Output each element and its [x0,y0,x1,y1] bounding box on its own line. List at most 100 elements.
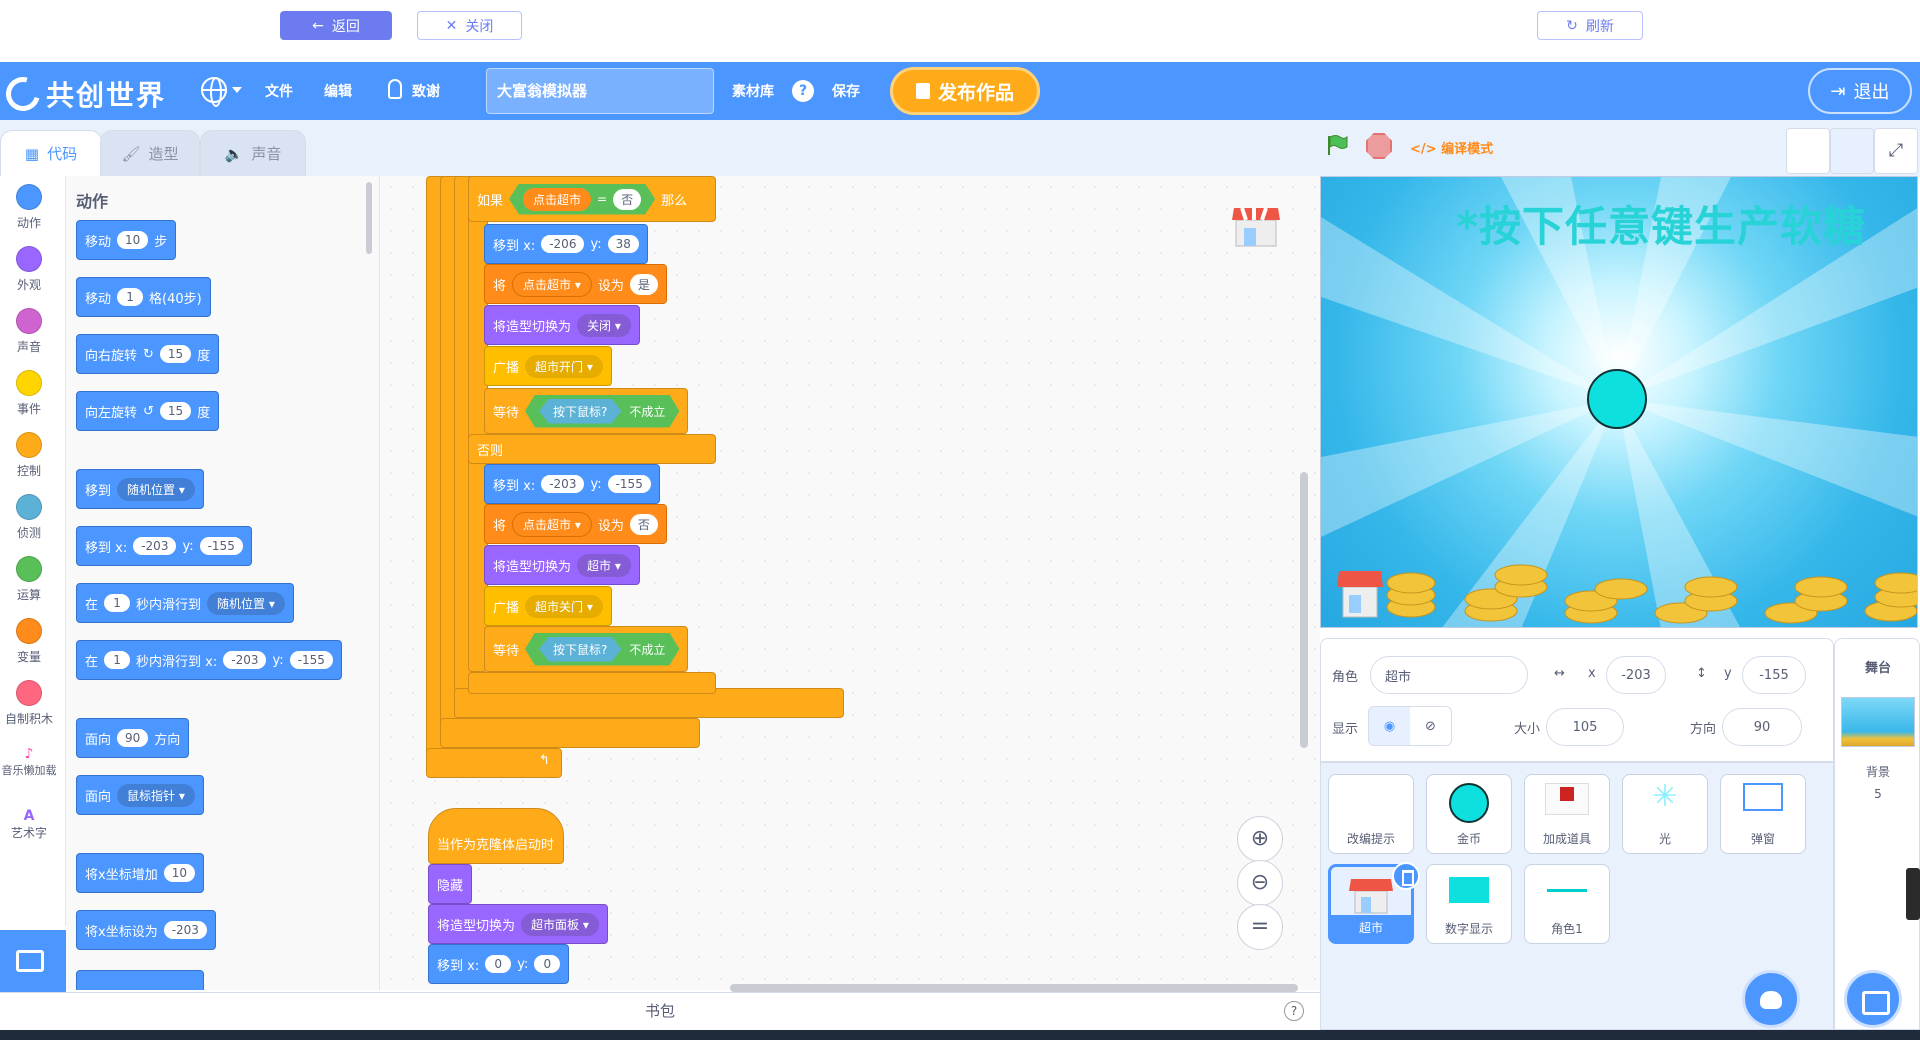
block-glide-xy[interactable]: 在 1 秒内滑行到 x: -203 y: -155 [76,640,342,680]
block-input[interactable]: -155 [289,651,333,669]
block-goto-xy[interactable]: 移到 x: 0 y: 0 [428,944,570,984]
block-wait-until[interactable]: 等待 按下鼠标? 不成立 [484,388,689,434]
block-set-variable[interactable]: 将点击超市设为是 [484,264,667,304]
sprite-tile[interactable]: 数字显示 [1426,864,1512,944]
block-input[interactable]: 10 [117,231,149,249]
sprite-x-input[interactable]: -203 [1606,656,1666,694]
block-input[interactable]: 否 [613,189,641,210]
coin-sprite[interactable] [1587,369,1647,429]
block-set-variable[interactable]: 将点击超市设为否 [484,504,667,544]
block-switch-costume[interactable]: 将造型切换为 超市 [484,545,640,585]
block-dropdown[interactable]: 点击超市 [512,271,592,297]
menu-edit[interactable]: 编辑 [324,81,352,101]
variable-reporter[interactable]: 点击超市 [523,188,591,211]
block-broadcast[interactable]: 广播 超市关门 [484,586,612,626]
menu-file[interactable]: 文件 [265,81,293,101]
block-set-x[interactable]: 将x坐标设为 -203 [76,910,216,950]
condition-not[interactable]: 按下鼠标? 不成立 [525,395,679,428]
zoom-reset-button[interactable]: = [1237,904,1283,950]
sprite-tile[interactable]: 金币 [1426,774,1512,854]
block-input[interactable]: 10 [163,864,195,882]
block-input[interactable]: 1 [117,288,144,306]
sprite-size-input[interactable]: 105 [1546,708,1624,746]
category-motion[interactable]: 动作 [0,184,58,231]
sensing-mouse-down[interactable]: 按下鼠标? [539,637,621,662]
block-turn-right[interactable]: 向右旋转 ↻ 15 度 [76,334,220,374]
block-glide-to[interactable]: 在 1 秒内滑行到 随机位置 [76,583,294,623]
block-if-else[interactable]: 如果 点击超市 = 否 那么 [468,176,716,222]
block-input[interactable]: -206 [541,235,585,253]
block-dropdown[interactable]: 超市 [577,553,631,577]
block-move-grid[interactable]: 移动 1 格(40步) [76,277,211,317]
block-input[interactable]: 1 [104,594,131,612]
sprite-tile[interactable]: 弹窗 [1720,774,1806,854]
block-dropdown[interactable]: 随机位置 [117,477,195,501]
condition-equals[interactable]: 点击超市 = 否 [509,184,655,215]
sprite-tile[interactable]: ✳ 光 [1622,774,1708,854]
block-dropdown[interactable]: 超市关门 [525,594,603,618]
backpack-bar[interactable]: 书包 ? [0,992,1320,1030]
help-icon[interactable]: ? [1284,1001,1304,1021]
script-hscrollbar[interactable] [730,984,1298,992]
show-button[interactable]: ◉ [1369,707,1410,745]
block-broadcast[interactable]: 广播 超市开门 [484,346,612,386]
block-input[interactable]: -203 [223,651,267,669]
green-flag-icon[interactable] [1326,134,1348,156]
block-input[interactable]: -203 [163,921,207,939]
category-art-text[interactable]: A 艺术字 [0,808,58,841]
category-sensing[interactable]: 侦测 [0,494,58,541]
category-variables[interactable]: 变量 [0,618,58,665]
block-turn-left[interactable]: 向左旋转 ↺ 15 度 [76,391,220,431]
hide-button[interactable]: ⊘ [1410,707,1451,745]
block-input[interactable]: 0 [485,955,512,973]
block-dropdown[interactable]: 超市面板 [521,912,599,936]
sprite-name-input[interactable]: 超市 [1370,656,1528,694]
block-goto-xy[interactable]: 移到 x: -203 y: -155 [484,464,660,504]
block-point-direction[interactable]: 面向 90 方向 [76,718,190,758]
block-input[interactable]: 0 [534,955,561,973]
block-input[interactable]: -155 [199,537,243,555]
block-input[interactable]: 15 [159,345,192,363]
tab-sounds[interactable]: 🔈 声音 [200,130,306,176]
add-sprite-button[interactable] [1742,970,1800,1028]
block-input[interactable]: -203 [133,537,177,555]
stage-thumbnail[interactable] [1841,697,1915,747]
sprite-tile[interactable]: 加成道具 [1524,774,1610,854]
sprite-tile[interactable]: 角色1 [1524,864,1610,944]
block-point-towards[interactable]: 面向 鼠标指针 [76,775,204,815]
tab-costumes[interactable]: 🖌 造型 [100,130,200,176]
block-dropdown[interactable]: 鼠标指针 [117,783,195,807]
menu-assets[interactable]: 素材库 [732,81,774,101]
category-music-lazyload[interactable]: ♪ 音乐懒加载 [0,746,58,778]
refresh-button[interactable]: ↻ 刷新 [1537,11,1643,40]
block-input[interactable]: 否 [629,513,658,535]
block-switch-costume[interactable]: 将造型切换为 超市面板 [428,904,608,944]
block-input[interactable]: 1 [104,651,131,669]
zoom-out-button[interactable]: ⊖ [1237,860,1283,906]
block-when-clone-starts[interactable]: 当作为克隆体启动时 [428,808,564,864]
block-input[interactable]: 是 [629,273,658,295]
small-stage-button[interactable] [1786,128,1830,174]
logout-button[interactable]: ⇥ 退出 [1808,68,1912,114]
add-extension-button[interactable] [0,930,66,994]
block-goto[interactable]: 移到 随机位置 [76,469,204,509]
logo[interactable]: 共创世界 [0,70,166,118]
block-move-steps[interactable]: 移动 10 步 [76,220,177,260]
fullscreen-button[interactable]: ⤢ [1874,128,1918,174]
block-switch-costume[interactable]: 将造型切换为 关闭 [484,305,640,345]
tab-code[interactable]: ▦ 代码 [0,130,102,176]
stop-button[interactable] [1366,133,1392,159]
zoom-in-button[interactable]: ⊕ [1237,816,1283,862]
block-input[interactable]: 38 [607,235,639,253]
menu-credits[interactable]: 致谢 [412,81,440,101]
category-control[interactable]: 控制 [0,432,58,479]
sprite-direction-input[interactable]: 90 [1722,708,1802,746]
save-button[interactable]: 保存 [832,81,860,101]
block-dropdown[interactable]: 超市开门 [525,354,603,378]
back-button[interactable]: ← 返回 [280,11,392,40]
control-frame-mid-foot[interactable] [440,718,700,748]
block-goto-xy[interactable]: 移到 x: -206 y: 38 [484,224,648,264]
close-button[interactable]: ✕ 关闭 [417,11,522,40]
block-input[interactable]: 90 [117,729,149,747]
category-sound[interactable]: 声音 [0,308,58,355]
